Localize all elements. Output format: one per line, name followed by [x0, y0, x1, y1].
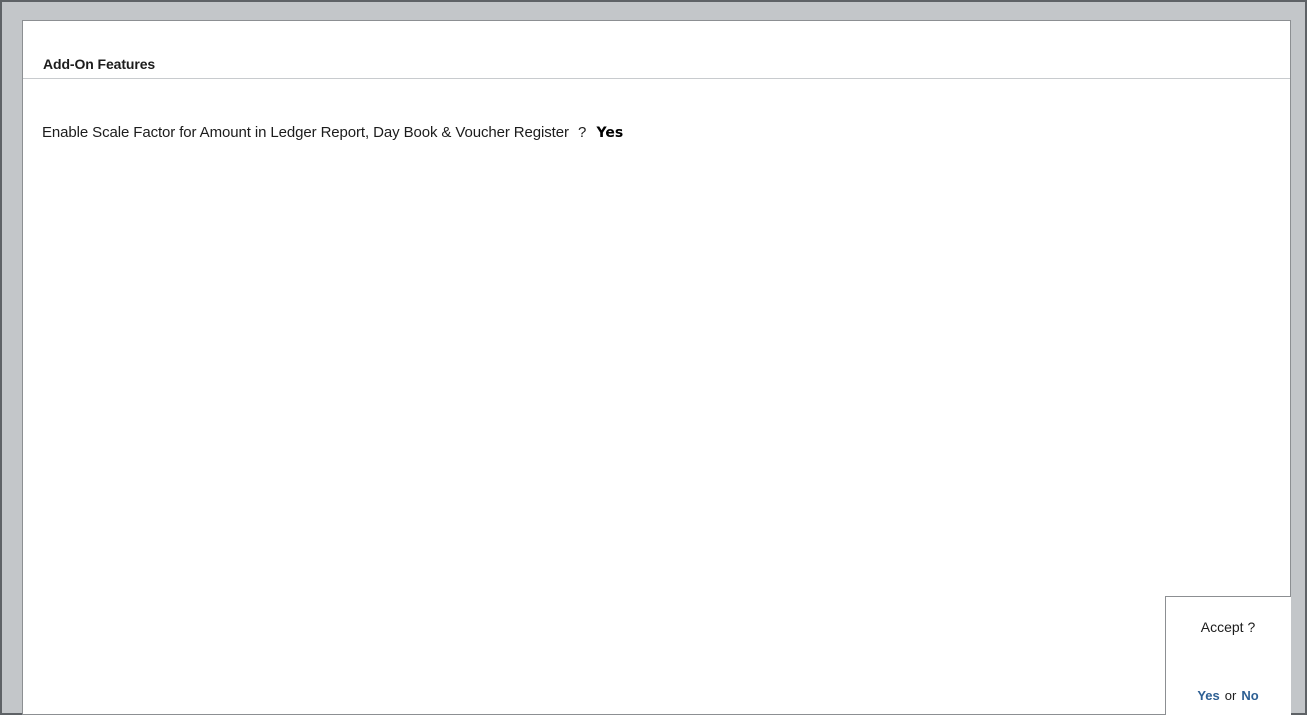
- accept-options: Yes or No: [1166, 688, 1290, 703]
- accept-yes-button[interactable]: Yes: [1197, 688, 1219, 703]
- accept-or-label: or: [1224, 688, 1237, 703]
- window-frame: Add-On Features Enable Scale Factor for …: [0, 0, 1307, 715]
- scale-factor-value-field[interactable]: Yes: [597, 125, 624, 141]
- scale-factor-question-row: Enable Scale Factor for Amount in Ledger…: [42, 124, 623, 141]
- page-title: Add-On Features: [43, 56, 156, 72]
- accept-question: Accept ?: [1200, 619, 1256, 635]
- question-mark: ?: [578, 124, 587, 141]
- accept-dialog: Accept ? Yes or No: [1165, 596, 1291, 715]
- accept-no-button[interactable]: No: [1241, 688, 1258, 703]
- scale-factor-question-label: Enable Scale Factor for Amount in Ledger…: [42, 124, 569, 141]
- panel-header: Add-On Features: [23, 21, 1290, 79]
- add-on-features-panel: Add-On Features Enable Scale Factor for …: [22, 20, 1291, 715]
